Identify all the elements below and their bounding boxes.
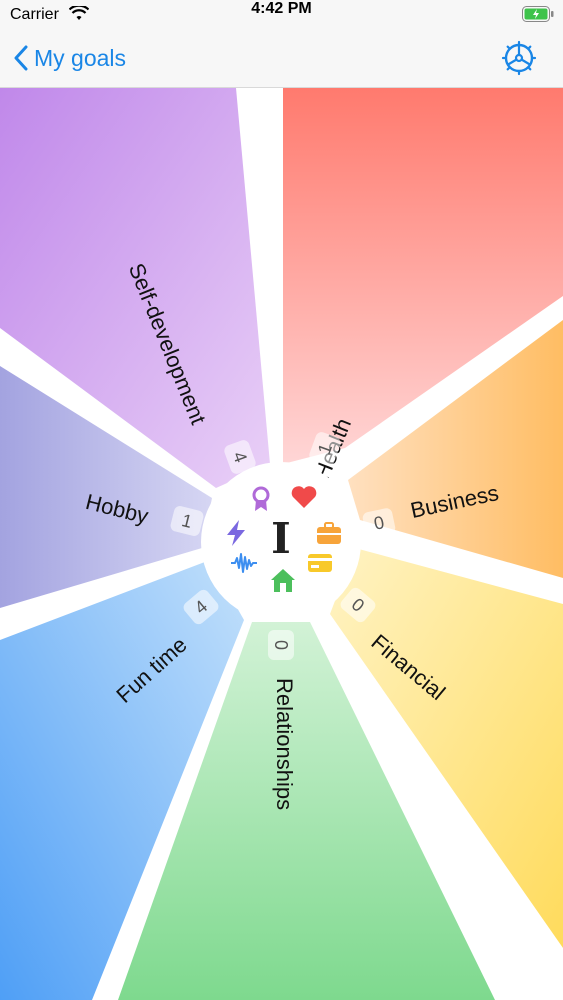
status-bar: Carrier 4:42 PM: [0, 0, 563, 30]
center-hub[interactable]: I: [201, 462, 361, 622]
goals-wheel: Health 1 Business 0 Financial 0 Relation…: [0, 88, 563, 1000]
carrier-label: Carrier: [10, 6, 59, 23]
chevron-left-icon: [14, 45, 28, 71]
gear-icon[interactable]: [501, 40, 537, 76]
battery-icon: [522, 6, 554, 22]
award-icon[interactable]: [246, 484, 276, 514]
card-icon[interactable]: [305, 548, 335, 578]
soundwave-icon[interactable]: [229, 548, 259, 578]
briefcase-icon[interactable]: [314, 518, 344, 548]
back-button[interactable]: My goals: [14, 40, 126, 76]
navigation-bar: My goals: [0, 30, 563, 88]
house-icon[interactable]: [268, 565, 298, 595]
back-button-label: My goals: [34, 44, 127, 71]
lightning-icon[interactable]: [221, 518, 251, 548]
center-letter: I: [271, 514, 291, 563]
label-relationships[interactable]: Relationships: [272, 678, 297, 810]
wifi-icon: [69, 6, 89, 20]
heart-icon[interactable]: [289, 482, 319, 512]
count-relationships: 0: [268, 630, 294, 660]
